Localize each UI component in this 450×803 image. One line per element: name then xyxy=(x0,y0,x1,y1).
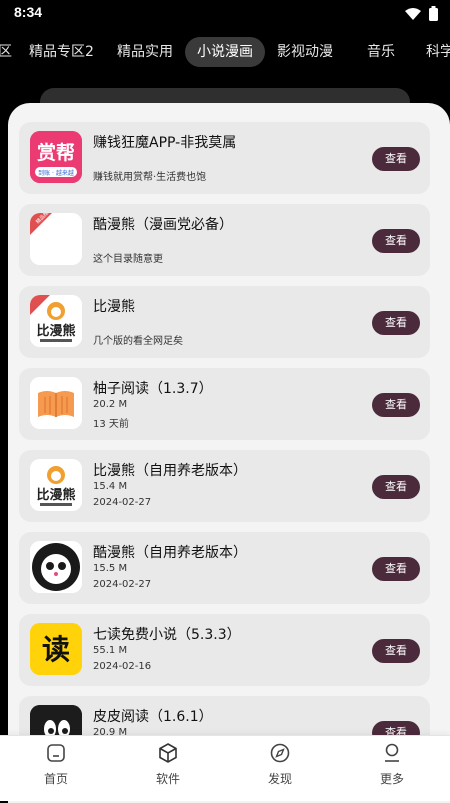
app-title: 酷漫熊（漫画党必备） xyxy=(93,217,233,233)
icon-subtext: 到账 · 越来越 xyxy=(38,169,74,177)
kumanxiong-panda-icon xyxy=(30,541,82,593)
bimanxiong-app-icon: 比漫熊 xyxy=(30,459,82,511)
view-button[interactable]: 查看 xyxy=(372,639,420,663)
box-icon xyxy=(159,743,177,763)
icon-text: 比漫熊 xyxy=(36,487,75,503)
nav-home[interactable]: 首页 xyxy=(21,742,91,787)
app-title: 比漫熊（自用养老版本） xyxy=(93,463,247,479)
nav-software[interactable]: 软件 xyxy=(133,742,203,787)
app-updated: 2024-02-27 xyxy=(93,497,152,508)
app-title: 比漫熊 xyxy=(93,299,135,315)
view-button[interactable]: 查看 xyxy=(372,311,420,335)
status-bar: 8:34 xyxy=(0,0,450,28)
icon-text: 比漫熊 xyxy=(36,323,75,339)
tab-yingshi-dongman[interactable]: 影视动漫 xyxy=(277,37,333,67)
app-size: 15.5 M xyxy=(93,563,128,574)
book-app-icon xyxy=(30,377,82,429)
view-button[interactable]: 查看 xyxy=(372,475,420,499)
app-title: 赚钱狂魔APP-非我莫属 xyxy=(93,135,237,151)
view-button[interactable]: 查看 xyxy=(372,557,420,581)
wifi-icon xyxy=(405,7,421,20)
bottom-navigation: 首页 软件 发现 更多 xyxy=(0,735,450,801)
view-button[interactable]: 查看 xyxy=(372,229,420,253)
status-icons xyxy=(405,6,438,21)
nav-discover[interactable]: 发现 xyxy=(245,742,315,787)
app-title: 皮皮阅读（1.6.1） xyxy=(93,709,213,725)
app-description: 赚钱就用赏帮·生活费也饱 xyxy=(93,172,207,183)
user-icon xyxy=(385,743,399,762)
app-card[interactable]: 读 七读免费小说（5.3.3） 55.1 M 2024-02-16 查看 xyxy=(19,614,430,686)
app-title: 七读免费小说（5.3.3） xyxy=(93,627,241,643)
nav-label: 软件 xyxy=(155,772,180,786)
nav-label: 首页 xyxy=(43,772,68,786)
kumanxiong-app-icon: 精品推荐 xyxy=(30,213,82,265)
app-description: 这个目录随意更 xyxy=(93,254,163,265)
view-button[interactable]: 查看 xyxy=(372,147,420,171)
app-description: 几个版的看全网足矣 xyxy=(93,336,183,347)
tab-partial-left[interactable]: 区 xyxy=(0,37,12,67)
app-card[interactable]: 酷漫熊（自用养老版本） 15.5 M 2024-02-27 查看 xyxy=(19,532,430,604)
bimanxiong-app-icon: 比漫熊 xyxy=(30,295,82,347)
nav-label: 更多 xyxy=(379,772,404,786)
app-updated: 13 天前 xyxy=(93,419,129,430)
app-card[interactable]: 比漫熊 比漫熊（自用养老版本） 15.4 M 2024-02-27 查看 xyxy=(19,450,430,522)
tab-yinyue[interactable]: 音乐 xyxy=(367,37,395,67)
qidu-app-icon: 读 xyxy=(30,623,82,675)
icon-text: 读 xyxy=(42,633,70,666)
status-time: 8:34 xyxy=(14,4,43,20)
tab-jingpin-zhuanqu-2[interactable]: 精品专区2 xyxy=(29,37,94,67)
app-title: 柚子阅读（1.3.7） xyxy=(93,381,213,397)
shangbang-app-icon: 赏帮 到账 · 越来越 xyxy=(30,131,82,183)
view-button[interactable]: 查看 xyxy=(372,393,420,417)
app-card[interactable]: 精品推荐 酷漫熊（漫画党必备） 这个目录随意更 查看 xyxy=(19,204,430,276)
app-card[interactable]: 柚子阅读（1.3.7） 20.2 M 13 天前 查看 xyxy=(19,368,430,440)
tab-kexue[interactable]: 科学 xyxy=(426,37,450,67)
app-updated: 2024-02-27 xyxy=(93,579,152,590)
app-title: 酷漫熊（自用养老版本） xyxy=(93,545,247,561)
app-card[interactable]: 比漫熊 比漫熊 几个版的看全网足矣 查看 xyxy=(19,286,430,358)
home-icon xyxy=(47,744,65,762)
app-list-panel: 赏帮 到账 · 越来越 赚钱狂魔APP-非我莫属 赚钱就用赏帮·生活费也饱 查看… xyxy=(8,103,450,803)
app-card[interactable]: 赏帮 到账 · 越来越 赚钱狂魔APP-非我莫属 赚钱就用赏帮·生活费也饱 查看 xyxy=(19,122,430,194)
tab-jingpin-shiyong[interactable]: 精品实用 xyxy=(117,37,173,67)
nav-label: 发现 xyxy=(267,772,292,786)
app-size: 20.2 M xyxy=(93,399,128,410)
compass-icon xyxy=(270,743,290,763)
nav-more[interactable]: 更多 xyxy=(357,742,427,787)
battery-icon xyxy=(429,6,438,21)
tab-xiaoshuo-manhua[interactable]: 小说漫画 xyxy=(185,37,265,67)
app-size: 55.1 M xyxy=(93,645,128,656)
icon-text: 赏帮 xyxy=(37,141,75,164)
app-updated: 2024-02-16 xyxy=(93,661,152,672)
app-size: 15.4 M xyxy=(93,481,128,492)
category-tabs: 区 精品专区2 精品实用 小说漫画 影视动漫 音乐 科学 xyxy=(0,32,450,72)
